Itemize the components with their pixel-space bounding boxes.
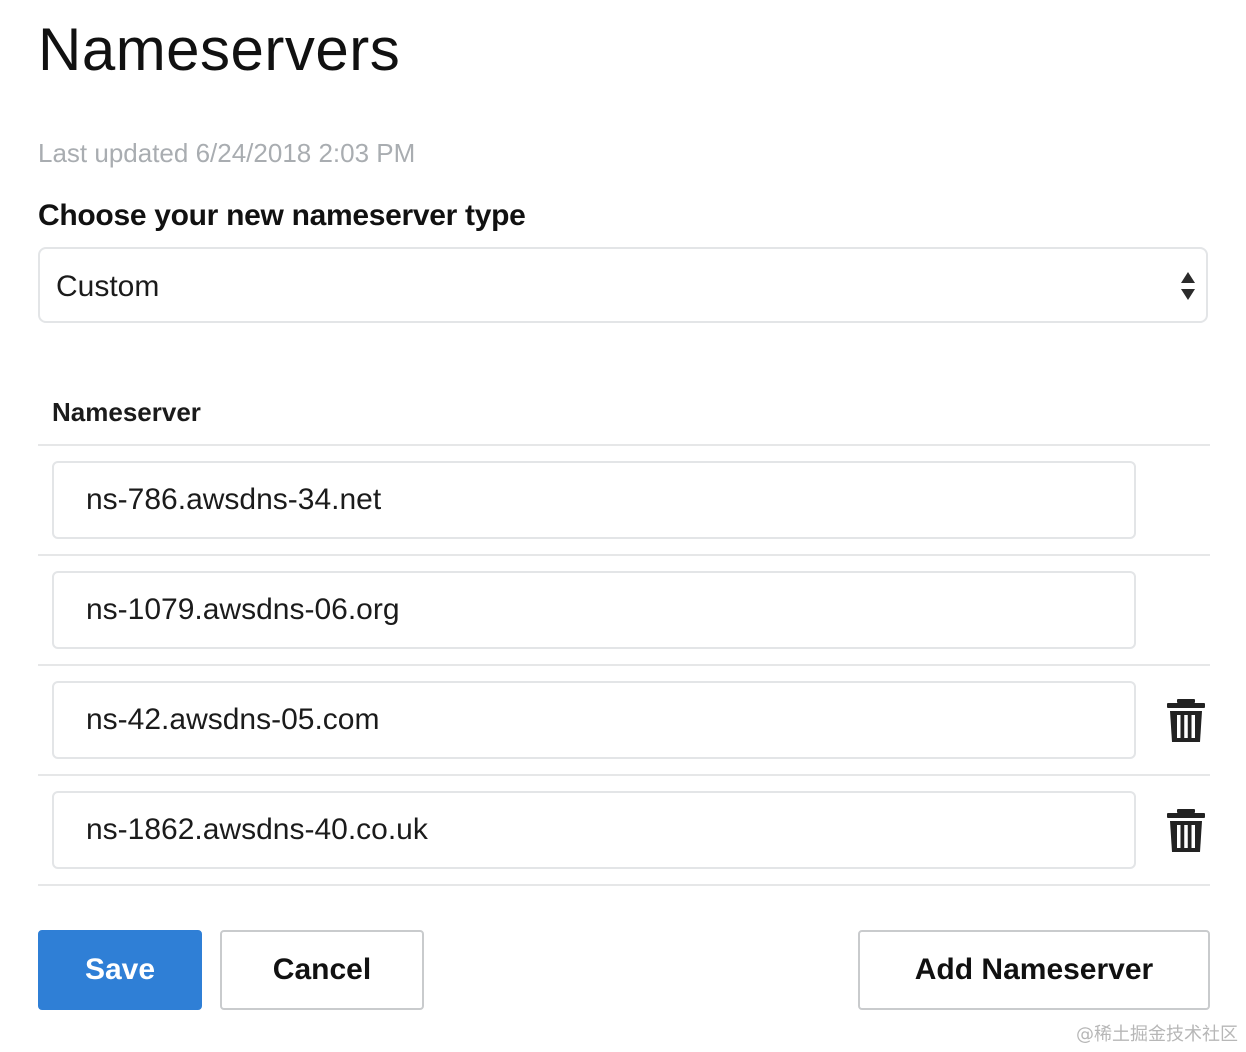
trash-icon[interactable] — [1166, 699, 1206, 743]
trash-icon[interactable] — [1166, 809, 1206, 853]
nameserver-type-select[interactable]: Custom — [38, 247, 1208, 323]
table-divider — [38, 884, 1210, 886]
nameserver-input-4[interactable] — [52, 791, 1136, 869]
nameserver-type-selected-value: Custom — [56, 270, 160, 303]
nameserver-type-label: Choose your new nameserver type — [38, 199, 526, 232]
add-nameserver-button[interactable]: Add Nameserver — [858, 930, 1210, 1010]
table-row — [38, 775, 1210, 885]
select-arrows-icon — [1180, 271, 1196, 301]
nameserver-input-3[interactable] — [52, 681, 1136, 759]
cancel-button[interactable]: Cancel — [220, 930, 424, 1010]
nameserver-input-2[interactable] — [52, 571, 1136, 649]
table-row — [38, 445, 1210, 555]
watermark: @稀土掘金技术社区 — [1076, 1024, 1238, 1045]
nameserver-column-header: Nameserver — [52, 397, 201, 427]
page-title: Nameservers — [38, 16, 401, 83]
table-row — [38, 555, 1210, 665]
save-button[interactable]: Save — [38, 930, 202, 1010]
last-updated-timestamp: Last updated 6/24/2018 2:03 PM — [38, 138, 416, 168]
nameserver-input-1[interactable] — [52, 461, 1136, 539]
table-row — [38, 665, 1210, 775]
